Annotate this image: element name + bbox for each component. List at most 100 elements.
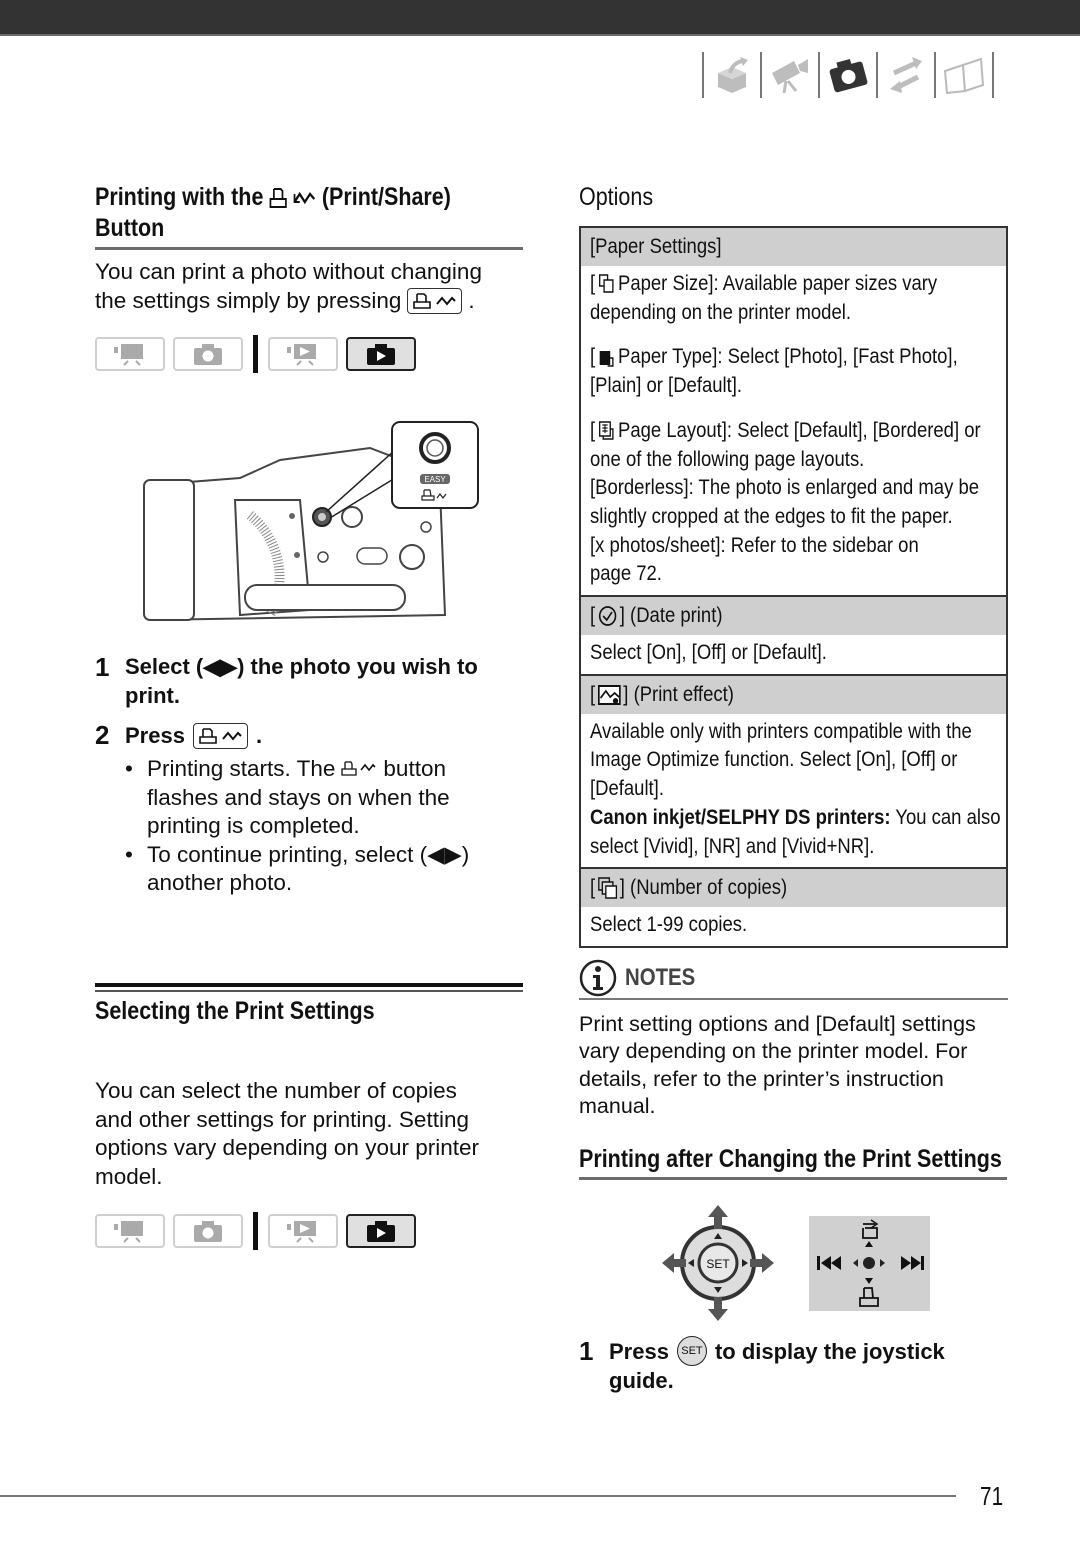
section-title-print-share: Printing with the (Print/Share) Button	[95, 182, 509, 244]
copies-header: [ ] (Number of copies)	[581, 867, 1006, 908]
option-text: depending on the printer model.	[590, 300, 851, 324]
step-text: to display the joystick	[714, 1338, 945, 1364]
notes-line: manual.	[579, 1093, 656, 1118]
section-rule-thin	[95, 990, 523, 992]
step-2: 2 Press .	[95, 720, 262, 751]
notes-body: Print setting options and [Default] sett…	[579, 1011, 1009, 1120]
option-text: Paper Size]: Available paper sizes vary	[618, 272, 938, 295]
option-text: Select 1-99 copies.	[590, 913, 748, 937]
step-1-joystick: 1 Press SET to display the joystick guid…	[579, 1336, 945, 1395]
option-text: select [Vivid], [NR] and [Vivid+NR].	[590, 834, 875, 858]
print-effect-row: Available only with printers compatible …	[581, 714, 1006, 868]
step-number: 1	[95, 652, 110, 682]
section2-intro: You can select the number of copies and …	[95, 1077, 479, 1191]
external-connections-icon[interactable]	[878, 52, 934, 98]
paper-type-icon	[599, 348, 615, 368]
copies-icon	[598, 877, 617, 899]
divider	[992, 52, 994, 98]
step-text: Press	[125, 723, 185, 748]
option-bold-text: Canon inkjet/SELPHY DS printers:	[590, 805, 891, 829]
bullet-text: To continue printing, select (◀▶)	[147, 841, 470, 867]
notes-label: NOTES	[625, 964, 696, 991]
intro-line: options vary depending on your printer	[95, 1135, 479, 1160]
date-print-icon	[598, 605, 617, 627]
bracket: [	[590, 682, 596, 706]
option-text: [Default].	[590, 777, 664, 801]
punctuation: .	[468, 287, 475, 313]
bullet-text: printing is completed.	[147, 813, 360, 838]
option-text: [Plain] or [Default].	[590, 374, 743, 398]
option-text: one of the following page layouts.	[590, 447, 865, 471]
option-text: Select [On], [Off] or [Default].	[590, 641, 827, 665]
top-bar	[0, 0, 1080, 36]
mode-indicator-row	[95, 1212, 416, 1250]
bracket: [	[590, 418, 596, 442]
photo-playback-mode-icon	[346, 1214, 416, 1248]
option-text: You can also	[890, 805, 1001, 829]
page-layout-row: [ Page Layout]: Select [Default], [Borde…	[581, 407, 1006, 595]
header-text: ] (Date print)	[619, 604, 723, 628]
date-print-row: Select [On], [Off] or [Default].	[581, 635, 1006, 674]
header-text: ] (Print effect)	[623, 682, 734, 706]
movie-playback-mode-icon	[268, 1214, 338, 1248]
title-text: (Print/Share)	[321, 183, 451, 211]
date-print-header: [ ] (Date print)	[581, 595, 1006, 636]
page-number: 71	[980, 1481, 1004, 1511]
bracket: [	[590, 876, 596, 900]
print-effect-icon	[597, 684, 621, 706]
paper-settings-header: [Paper Settings]	[581, 228, 1006, 266]
title-line2: Button	[95, 214, 165, 242]
movies-icon[interactable]	[762, 52, 818, 98]
mode-separator	[253, 1212, 258, 1250]
header-text: [Paper Settings]	[590, 235, 722, 258]
section-rule-thick	[95, 983, 523, 987]
paper-type-row: [ Paper Type]: Select [Photo], [Fast Pho…	[581, 333, 1006, 406]
print-effect-header: [ ] (Print effect)	[581, 673, 1006, 714]
options-title: Options	[579, 183, 654, 211]
bullet-text: flashes and stays on when the	[147, 784, 450, 810]
bullet-text: another photo.	[147, 870, 293, 895]
photo-playback-mode-icon	[346, 337, 416, 371]
notes-line: vary depending on the printer model. For	[579, 1039, 968, 1064]
option-text: page 72.	[590, 562, 662, 586]
section-rule	[579, 1177, 1007, 1180]
info-icon	[579, 959, 617, 997]
share-icon	[293, 190, 317, 206]
intro-line: and other settings for printing. Setting	[95, 1106, 469, 1132]
intro-line: the settings simply by pressing	[95, 287, 402, 313]
bullet-text: button	[383, 756, 446, 781]
joystick-illustration: SET	[662, 1205, 774, 1321]
print-icon	[269, 187, 288, 209]
step-number: 1	[579, 1336, 594, 1366]
step-text: Press	[609, 1338, 669, 1364]
easy-label: EASY	[424, 475, 446, 484]
option-text: Image Optimize function. Select [On], [O…	[590, 748, 958, 772]
chapter-icon-bar	[702, 50, 994, 100]
options-table: [Paper Settings] [ Paper Size]: Availabl…	[579, 226, 1008, 948]
mode-indicator-row	[95, 335, 416, 373]
intro-line: You can print a photo without changing	[95, 259, 482, 284]
notes-header: NOTES	[579, 958, 1008, 1000]
bullet-item: • Printing starts. The button flashes an…	[125, 755, 525, 841]
print-share-icon	[341, 761, 377, 777]
camcorder-illustration: EASY	[140, 420, 480, 630]
movie-record-mode-icon	[95, 1214, 165, 1248]
notes-line: Print setting options and [Default] sett…	[579, 1012, 976, 1036]
print-share-button-icon	[407, 287, 463, 314]
option-text: Page Layout]: Select [Default], [Bordere…	[618, 418, 981, 442]
print-share-button-icon	[192, 722, 248, 749]
punctuation: .	[255, 723, 263, 748]
option-text: slightly cropped at the edges to fit the…	[590, 504, 953, 528]
paper-size-icon	[598, 274, 615, 294]
bracket: [	[590, 272, 596, 295]
photos-icon[interactable]	[820, 52, 876, 98]
title-text: Printing with the	[95, 183, 264, 211]
bullet-item: • To continue printing, select (◀▶) anot…	[125, 841, 525, 898]
photo-record-mode-icon	[173, 337, 243, 371]
bracket: [	[590, 604, 596, 628]
section-title-selecting-print-settings: Selecting the Print Settings	[95, 997, 375, 1025]
additional-information-icon[interactable]	[936, 52, 992, 98]
section1-intro: You can print a photo without changing t…	[95, 258, 482, 315]
introduction-icon[interactable]	[704, 52, 760, 98]
intro-line: You can select the number of copies	[95, 1078, 457, 1103]
